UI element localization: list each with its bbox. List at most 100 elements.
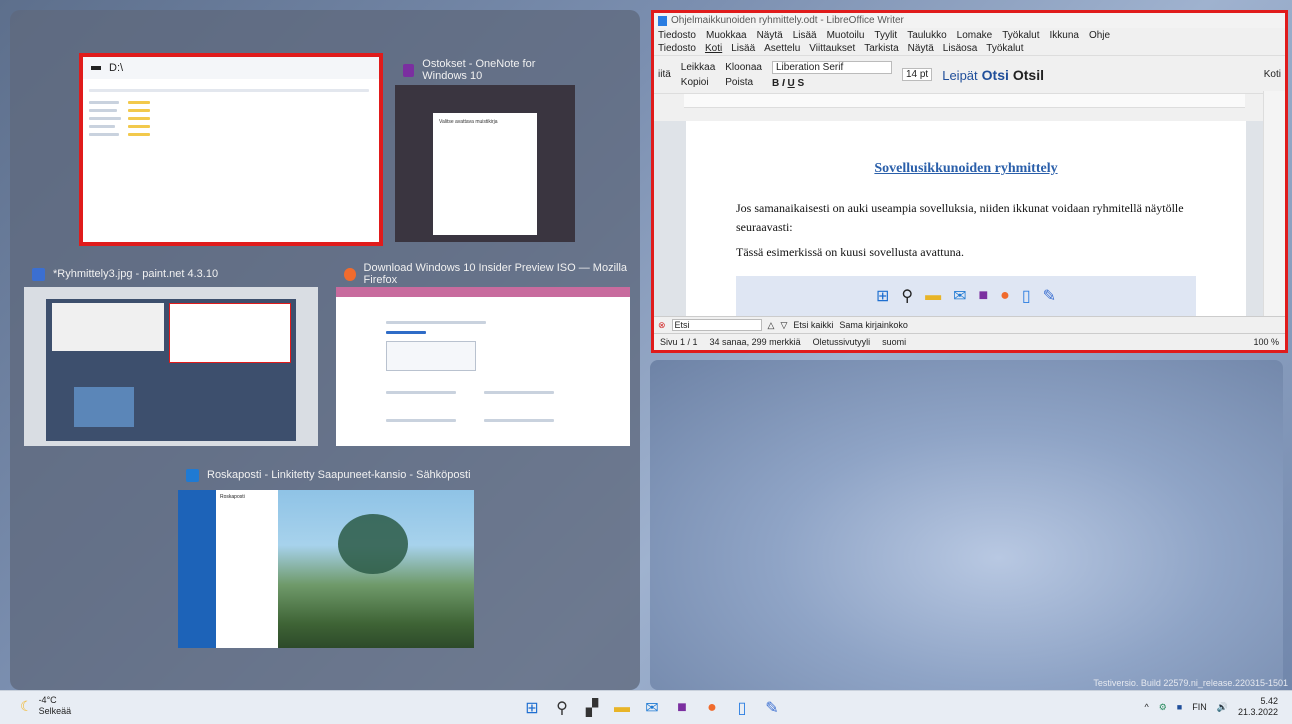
font-size-box[interactable]: 14 pt bbox=[901, 68, 933, 81]
mail-folder-label: Roskaposti bbox=[220, 494, 245, 500]
paint-icon bbox=[32, 267, 45, 281]
ribbon: iitä Leikkaa Kopioi Kloonaa Poista Liber… bbox=[654, 56, 1285, 94]
menu-item[interactable]: Muotoilu bbox=[827, 30, 865, 41]
home-tab-button[interactable]: Koti bbox=[1264, 69, 1281, 80]
thumbnail-title: Download Windows 10 Insider Preview ISO … bbox=[363, 262, 628, 286]
match-case-checkbox[interactable]: Sama kirjainkoko bbox=[839, 320, 908, 330]
mail-icon[interactable]: ✉ bbox=[641, 697, 663, 719]
file-explorer-icon[interactable]: ▬ bbox=[611, 697, 633, 719]
explorer-icon bbox=[91, 66, 101, 70]
tab-tarkista[interactable]: Tarkista bbox=[864, 43, 898, 54]
paste-button[interactable]: iitä bbox=[658, 69, 671, 80]
system-tray: ^ ⚙ ■ FIN 🔊 5.42 21.3.2022 bbox=[1144, 696, 1278, 718]
tray-app-icon[interactable]: ■ bbox=[1177, 702, 1182, 712]
thumbnail-onenote[interactable]: Ostokset - OneNote for Windows 10 Valits… bbox=[395, 57, 575, 242]
taskbar: ☾ -4°C Selkeää ⊞ ⚲ ▞ ▬ ✉ ■ ● ▯ ✎ ^ ⚙ ■ F… bbox=[0, 690, 1292, 724]
ribbon-tabs: Tiedosto Koti Lisää Asettelu Viittaukset… bbox=[654, 42, 1285, 56]
writer-icon: ▯ bbox=[1021, 288, 1031, 305]
window-title: Ohjelmaikkunoiden ryhmittely.odt - Libre… bbox=[671, 15, 904, 26]
menu-item[interactable]: Lisää bbox=[793, 30, 817, 41]
weather-condition: Selkeää bbox=[38, 706, 72, 716]
find-previous-icon[interactable]: △ bbox=[768, 320, 775, 331]
tab-tiedosto[interactable]: Tiedosto bbox=[658, 43, 696, 54]
thumbnail-mail[interactable]: Roskaposti - Linkitetty Saapuneet-kansio… bbox=[178, 462, 474, 648]
menu-item[interactable]: Työkalut bbox=[1002, 30, 1039, 41]
build-watermark: Testiversio. Build 22579.ni_release.2203… bbox=[1093, 678, 1288, 688]
find-input[interactable]: Etsi bbox=[671, 319, 762, 331]
thumbnail-paint[interactable]: *Ryhmittely3.jpg - paint.net 4.3.10 bbox=[24, 261, 318, 446]
tab-asettelu[interactable]: Asettelu bbox=[764, 43, 800, 54]
onenote-icon bbox=[403, 63, 415, 77]
tray-network-icon[interactable]: ⚙ bbox=[1159, 702, 1167, 713]
menu-item[interactable]: Ikkuna bbox=[1049, 30, 1078, 41]
menu-item[interactable]: Lomake bbox=[957, 30, 993, 41]
taskbar-apps: ⊞ ⚲ ▞ ▬ ✉ ■ ● ▯ ✎ bbox=[521, 697, 783, 719]
onenote-icon[interactable]: ■ bbox=[671, 697, 693, 719]
status-page: Sivu 1 / 1 bbox=[660, 337, 698, 347]
tab-koti[interactable]: Koti bbox=[705, 43, 722, 54]
firefox-icon[interactable]: ● bbox=[701, 697, 723, 719]
onenote-dialog: Valitse avattava muistikirja bbox=[433, 113, 537, 235]
snap-zone-empty[interactable] bbox=[650, 360, 1283, 690]
style-preview[interactable]: Otsil bbox=[1013, 67, 1044, 83]
clone-button[interactable]: Kloonaa bbox=[725, 62, 762, 73]
thumbnail-firefox[interactable]: Download Windows 10 Insider Preview ISO … bbox=[336, 261, 630, 446]
document-page[interactable]: Sovellusikkunoiden ryhmittely Jos samana… bbox=[686, 121, 1246, 316]
writer-titlebar: Ohjelmaikkunoiden ryhmittely.odt - Libre… bbox=[654, 13, 1285, 28]
onenote-icon: ■ bbox=[978, 287, 989, 304]
style-preview[interactable]: Otsi bbox=[982, 67, 1009, 83]
cut-button[interactable]: Leikkaa bbox=[681, 62, 715, 73]
status-words: 34 sanaa, 299 merkkiä bbox=[709, 337, 801, 347]
clock-date: 21.3.2022 bbox=[1237, 707, 1278, 717]
weather-widget[interactable]: ☾ -4°C Selkeää bbox=[20, 695, 71, 717]
menu-item[interactable]: Taulukko bbox=[907, 30, 946, 41]
find-all-button[interactable]: Etsi kaikki bbox=[793, 320, 833, 330]
copy-button[interactable]: Kopioi bbox=[681, 77, 715, 88]
paint-icon[interactable]: ✎ bbox=[761, 697, 783, 719]
search-icon[interactable]: ⚲ bbox=[551, 697, 573, 719]
sidebar-deck[interactable] bbox=[1263, 91, 1285, 321]
tab-nayta[interactable]: Näytä bbox=[908, 43, 934, 54]
writer-icon bbox=[658, 15, 667, 26]
task-view-icon[interactable]: ▞ bbox=[581, 697, 603, 719]
tab-tyokalut[interactable]: Työkalut bbox=[986, 43, 1023, 54]
erase-button[interactable]: Poista bbox=[725, 77, 762, 88]
start-icon[interactable]: ⊞ bbox=[521, 697, 543, 719]
clock-time: 5.42 bbox=[1260, 696, 1278, 706]
status-bar: Sivu 1 / 1 34 sanaa, 299 merkkiä Oletuss… bbox=[654, 333, 1285, 350]
status-page-style: Oletussivutyyli bbox=[812, 337, 871, 347]
tray-chevron-up-icon[interactable]: ^ bbox=[1144, 702, 1148, 712]
tab-lisaa[interactable]: Lisää bbox=[731, 43, 755, 54]
snap-panel-left: D:\ Ostokset - OneNote for Windows 10 Va… bbox=[10, 10, 640, 690]
menu-item[interactable]: Näytä bbox=[757, 30, 783, 41]
mail-icon: ✉ bbox=[953, 288, 967, 305]
explorer-icon: ▬ bbox=[925, 287, 942, 304]
volume-icon[interactable]: 🔊 bbox=[1217, 702, 1228, 713]
close-find-icon[interactable]: ⊗ bbox=[658, 320, 666, 331]
document-area: Sovellusikkunoiden ryhmittely Jos samana… bbox=[654, 121, 1266, 316]
menu-item[interactable]: Tiedosto bbox=[658, 30, 696, 41]
status-zoom[interactable]: 100 % bbox=[1253, 337, 1285, 347]
moon-icon: ☾ bbox=[20, 697, 33, 714]
paint-icon: ✎ bbox=[1042, 288, 1057, 305]
input-language[interactable]: FIN bbox=[1192, 702, 1207, 712]
tab-viittaukset[interactable]: Viittaukset bbox=[809, 43, 855, 54]
search-icon: ⚲ bbox=[901, 288, 914, 305]
status-language[interactable]: suomi bbox=[882, 337, 906, 347]
clock[interactable]: 5.42 21.3.2022 bbox=[1238, 696, 1278, 718]
find-toolbar: ⊗ Etsi △ ▽ Etsi kaikki Sama kirjainkoko bbox=[654, 316, 1285, 333]
ruler[interactable] bbox=[684, 94, 1245, 108]
style-gallery[interactable]: Leipät Otsi Otsil bbox=[942, 67, 1044, 83]
font-name-box[interactable]: Liberation Serif bbox=[771, 60, 892, 74]
thumbnail-explorer[interactable]: D:\ bbox=[79, 53, 383, 246]
writer-window[interactable]: Ohjelmaikkunoiden ryhmittely.odt - Libre… bbox=[651, 10, 1288, 353]
menu-item[interactable]: Ohje bbox=[1089, 30, 1110, 41]
firefox-icon bbox=[344, 267, 356, 281]
style-preview[interactable]: Leipät bbox=[942, 68, 977, 83]
find-next-icon[interactable]: ▽ bbox=[780, 320, 787, 331]
menu-item[interactable]: Muokkaa bbox=[706, 30, 747, 41]
tab-lisaosa[interactable]: Lisäosa bbox=[943, 43, 977, 54]
writer-icon[interactable]: ▯ bbox=[731, 697, 753, 719]
menu-item[interactable]: Tyylit bbox=[874, 30, 897, 41]
menu-bar: Tiedosto Muokkaa Näytä Lisää Muotoilu Ty… bbox=[654, 28, 1285, 42]
